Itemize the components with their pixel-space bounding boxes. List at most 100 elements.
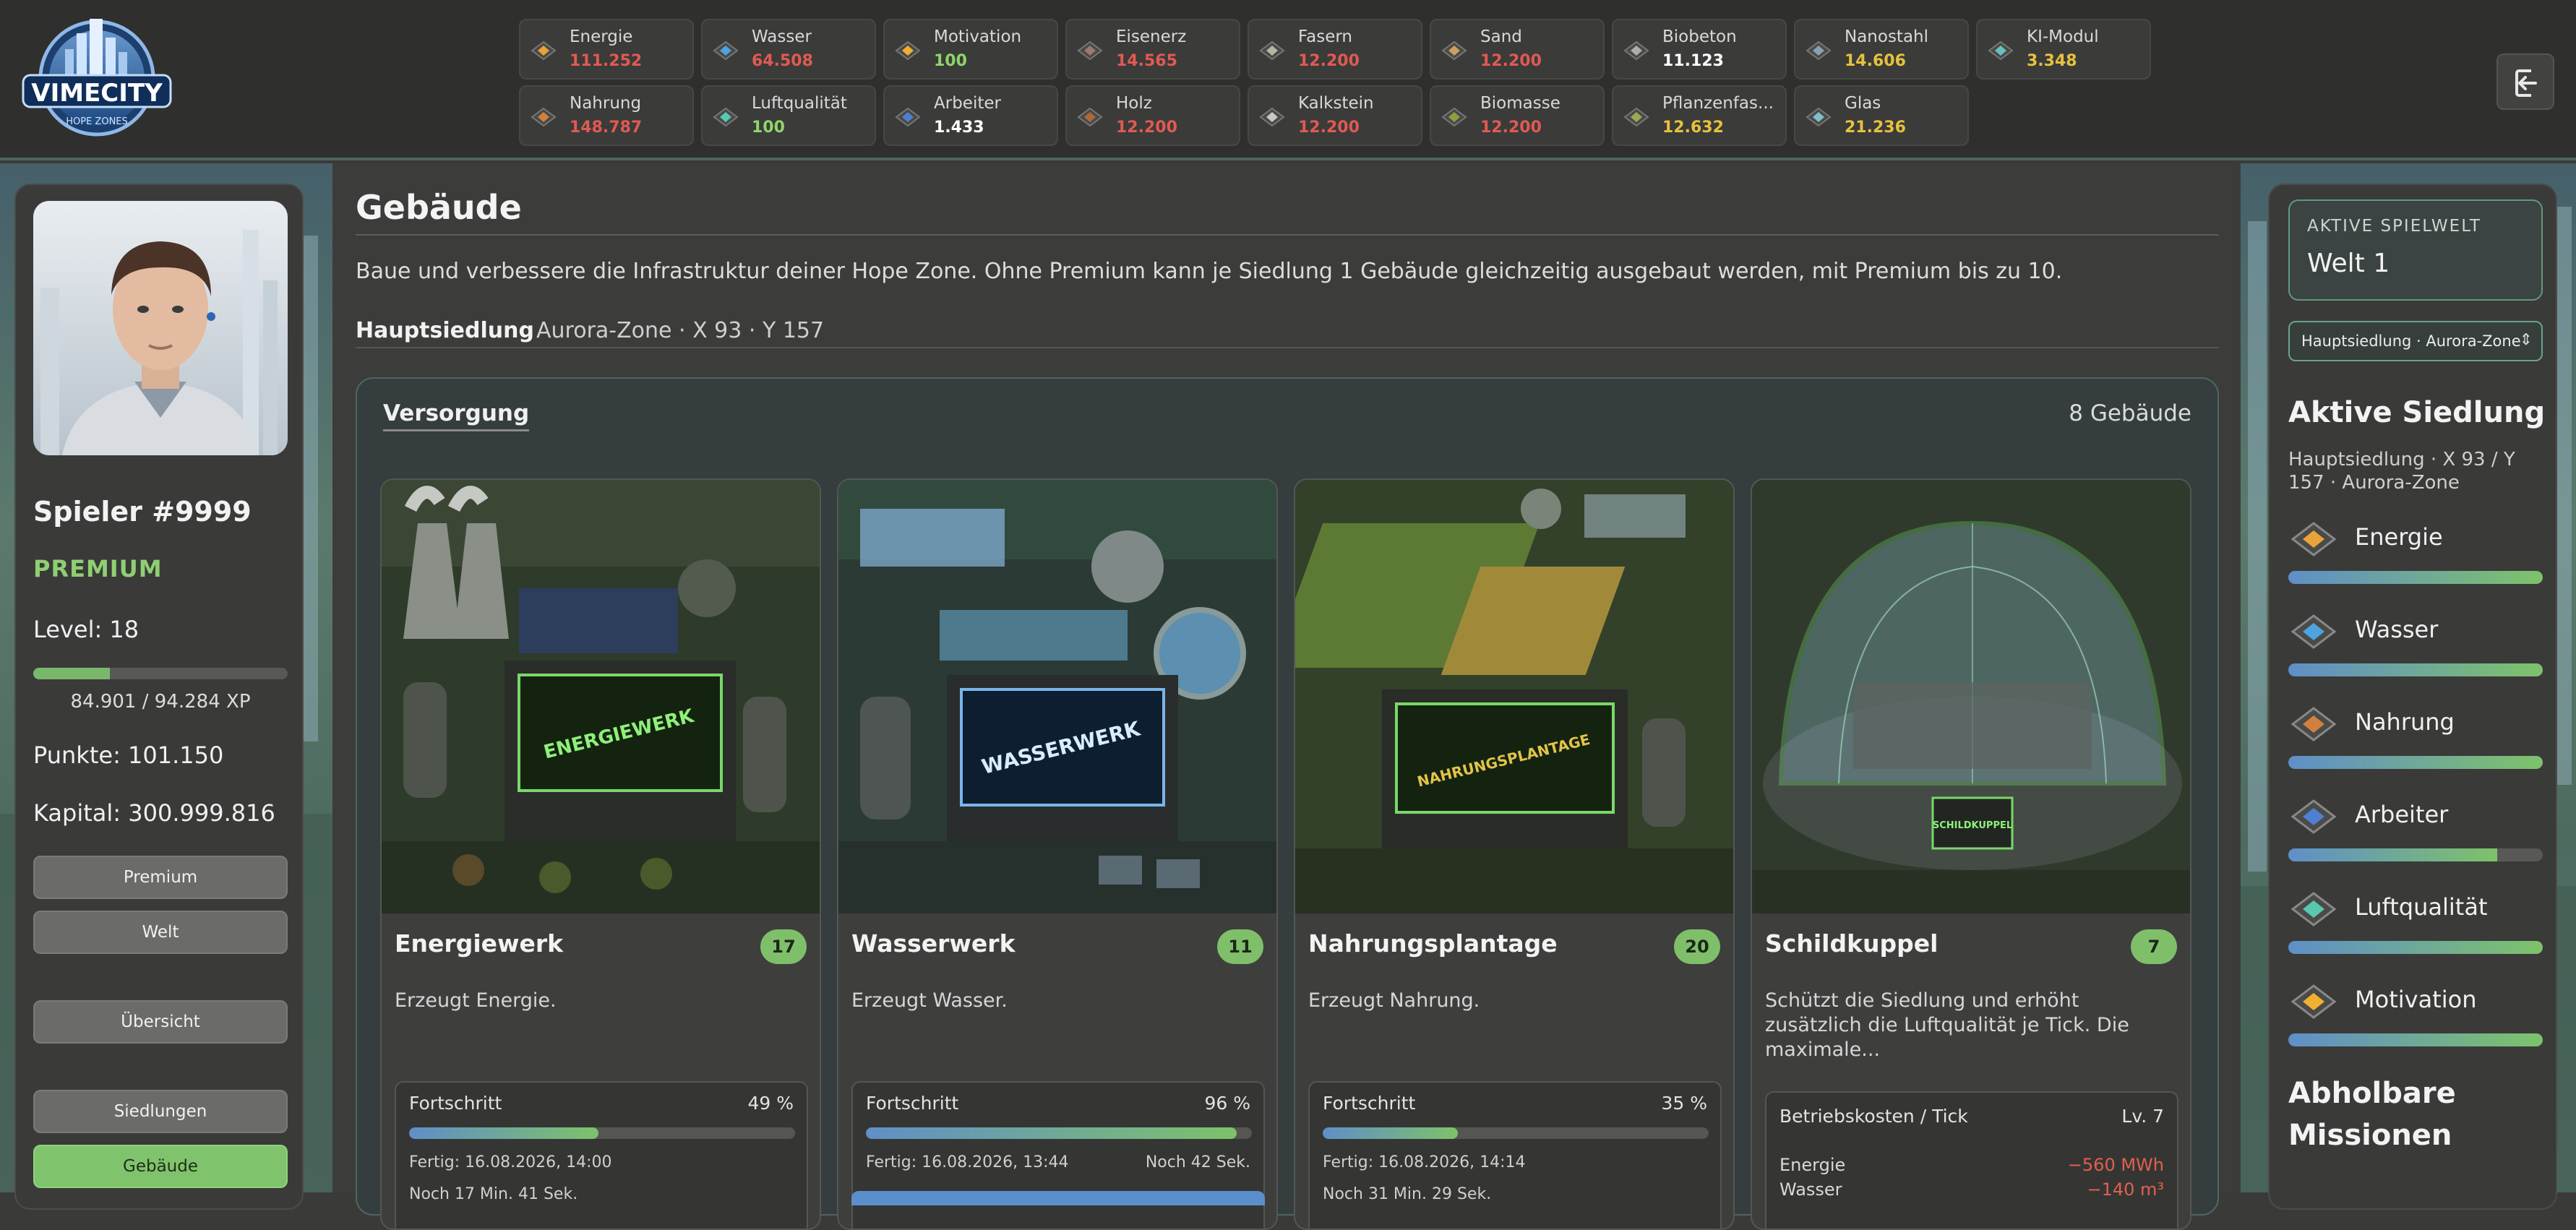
stat-fill (2288, 1033, 2543, 1046)
resource-tile[interactable]: Fasern 12.200 (1248, 19, 1422, 79)
stat-name: Luftqualität (2355, 893, 2488, 921)
air-quality-icon (713, 107, 739, 127)
resource-value: 14.606 (1845, 52, 1906, 70)
resource-value: 12.200 (1298, 119, 1360, 137)
building-count: 8 Gebäude (2069, 400, 2191, 426)
resource-tile[interactable]: Holz 12.200 (1065, 85, 1240, 146)
wasserwerk-image: WASSERWERK (838, 480, 1276, 913)
resource-tile[interactable]: Pflanzenfas... 12.632 (1612, 85, 1787, 146)
section-title[interactable]: Versorgung (383, 400, 530, 431)
schildkuppel-image: SCHILDKUPPEL (1752, 480, 2190, 913)
overview-button[interactable]: Übersicht (33, 1000, 288, 1044)
chevron-updown-icon: ⇕ (2519, 331, 2533, 349)
food-crystal-icon (2291, 707, 2337, 741)
world-button[interactable]: Welt (33, 911, 288, 954)
resource-tile[interactable]: Sand 12.200 (1430, 19, 1605, 79)
resource-tile[interactable]: Nanostahl 14.606 (1794, 19, 1969, 79)
water-crystal-icon (2291, 614, 2337, 649)
resource-value: 100 (752, 119, 785, 137)
progress-bar (866, 1127, 1252, 1139)
progress-percent: 49 % (747, 1093, 794, 1114)
progress-label: Fortschritt (409, 1093, 502, 1114)
avatar (33, 201, 288, 455)
build-progress-box: Fortschritt 35 % Fertig: 16.08.2026, 14:… (1308, 1081, 1722, 1229)
progress-fill (866, 1127, 1237, 1139)
resource-value: 14.565 (1116, 52, 1177, 70)
logo-text: VIMECITY (31, 79, 163, 108)
resource-tile[interactable]: Wasser 64.508 (701, 19, 876, 79)
sand-icon (1441, 40, 1467, 61)
energy-crystal-icon (2291, 522, 2337, 556)
building-card-schildkuppel[interactable]: SCHILDKUPPEL Schildkuppel 7 Schützt die … (1751, 478, 2191, 1230)
progress-percent: 96 % (1204, 1093, 1250, 1114)
settlement-stat: Motivation (2288, 981, 2543, 1061)
resource-bar: Energie 111.252 Wasser 64.508 Motivation 100 E… (519, 19, 2152, 149)
player-panel: Spieler #9999 PREMIUM Level: 18 84.901 /… (14, 184, 304, 1210)
energiewerk-image: ENERGIEWERK (382, 480, 820, 913)
building-card-nahrungsplantage[interactable]: NAHRUNGSPLANTAGE Nahrungsplantage 20 Erz… (1294, 478, 1735, 1230)
resource-tile[interactable]: Energie 111.252 (519, 19, 694, 79)
operating-costs-level: Lv. 7 (2121, 1106, 2164, 1127)
stat-fill (2288, 663, 2543, 676)
resource-tile[interactable]: Biomasse 12.200 (1430, 85, 1605, 146)
limestone-icon (1259, 107, 1285, 127)
player-points: Punkte: 101.150 (33, 741, 224, 769)
supply-section: Versorgung 8 Gebäude ENERGIEWERK Energie… (356, 377, 2219, 1230)
resource-tile[interactable]: Eisenerz 14.565 (1065, 19, 1240, 79)
resource-value: 148.787 (570, 119, 643, 137)
resource-name: Kalkstein (1298, 94, 1374, 113)
resource-tile[interactable]: Motivation 100 (883, 19, 1058, 79)
stat-fill (2288, 756, 2543, 769)
resource-name: Glas (1845, 94, 1881, 113)
building-card-energiewerk[interactable]: ENERGIEWERK Energiewerk 17 Erzeugt Energ… (380, 478, 821, 1230)
resource-name: Sand (1480, 27, 1522, 46)
resource-tile[interactable]: Luftqualität 100 (701, 85, 876, 146)
xp-progress-bar (33, 668, 288, 679)
resource-name: Fasern (1298, 27, 1352, 46)
stat-bar (2288, 848, 2543, 861)
xp-progress-fill (33, 668, 110, 679)
stat-name: Energie (2355, 523, 2443, 551)
settlements-button[interactable]: Siedlungen (33, 1090, 288, 1133)
energy-crystal-icon (531, 40, 557, 61)
resource-value: 3.348 (2027, 52, 2077, 70)
resource-value: 100 (934, 52, 967, 70)
building-level-badge: 7 (2131, 929, 2177, 964)
resource-tile[interactable]: Arbeiter 1.433 (883, 85, 1058, 146)
resource-tile[interactable]: Kalkstein 12.200 (1248, 85, 1422, 146)
wood-icon (1077, 107, 1103, 127)
resource-name: Nahrung (570, 94, 642, 113)
cost-name: Energie (1779, 1155, 1846, 1175)
premium-button[interactable]: Premium (33, 856, 288, 899)
buildings-button[interactable]: Gebäude (33, 1145, 288, 1188)
building-card-wasserwerk[interactable]: WASSERWERK Wasserwerk 11 Erzeugt Wasser.… (837, 478, 1278, 1230)
building-level-badge: 17 (760, 929, 807, 964)
resource-name: KI-Modul (2027, 27, 2099, 46)
stat-name: Wasser (2355, 616, 2439, 643)
app-logo[interactable]: VIMECITY HOPE ZONES (19, 6, 175, 150)
resource-tile[interactable]: Biobeton 11.123 (1612, 19, 1787, 79)
resource-tile[interactable]: Nahrung 148.787 (519, 85, 694, 146)
settlement-panel: AKTIVE SPIELWELT Welt 1 Hauptsiedlung · … (2268, 184, 2557, 1210)
worker-crystal-icon (895, 107, 921, 127)
build-progress-box: Fortschritt 96 % Fertig: 16.08.2026, 13:… (851, 1081, 1265, 1229)
logout-button[interactable] (2496, 53, 2554, 110)
resource-name: Luftqualität (752, 94, 847, 113)
stat-bar (2288, 756, 2543, 769)
resource-name: Nanostahl (1845, 27, 1929, 46)
stat-bar (2288, 571, 2543, 584)
cost-value: −140 m³ (2087, 1179, 2164, 1200)
xp-text: 84.901 / 94.284 XP (70, 691, 251, 713)
stat-fill (2288, 571, 2543, 584)
motivation-crystal-icon (895, 40, 921, 61)
resource-value: 111.252 (570, 52, 643, 70)
resource-name: Pflanzenfas... (1662, 94, 1774, 113)
building-description: Erzeugt Nahrung. (1308, 989, 1480, 1012)
resource-tile[interactable]: Glas 21.236 (1794, 85, 1969, 146)
glass-icon (1806, 107, 1832, 127)
operating-costs-label: Betriebskosten / Tick (1779, 1106, 1968, 1127)
resource-tile[interactable]: KI-Modul 3.348 (1976, 19, 2151, 79)
settlement-select[interactable]: Hauptsiedlung · Aurora-Zone ⇕ (2288, 321, 2543, 361)
settlement-name: Hauptsiedlung (356, 318, 534, 343)
speed-up-button[interactable] (851, 1191, 1265, 1205)
